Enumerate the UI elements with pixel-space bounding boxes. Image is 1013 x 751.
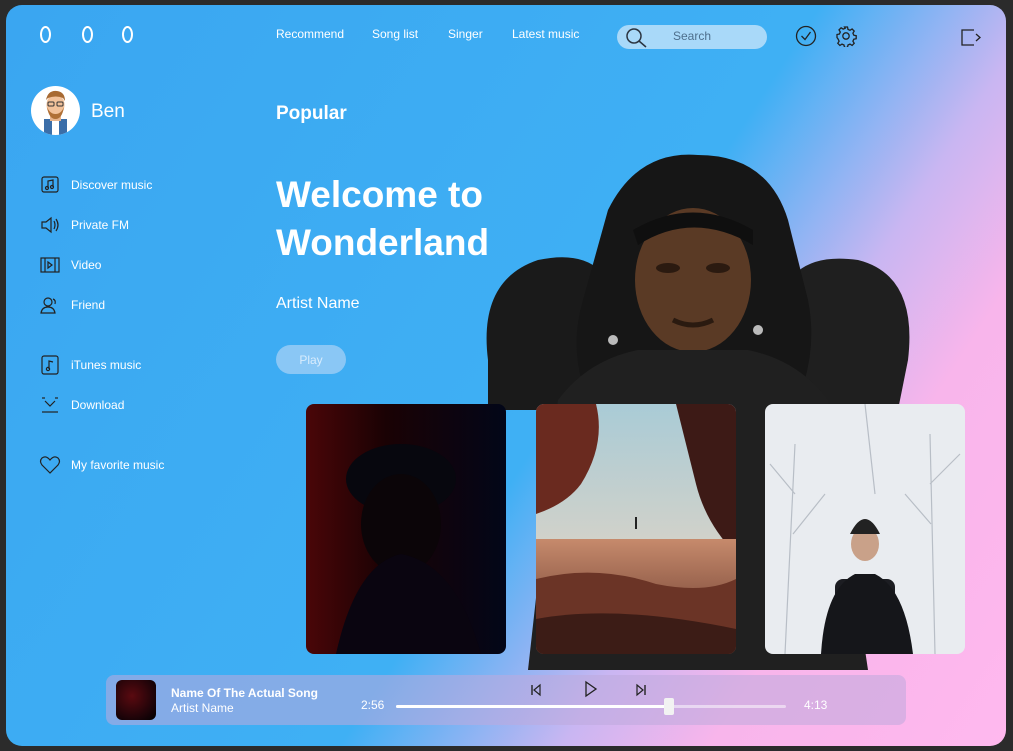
sidebar-item-label: Video [71,258,102,272]
nav-song-list[interactable]: Song list [372,27,418,41]
sidebar-item-private-fm[interactable]: Private FM [39,215,129,235]
avatar[interactable] [31,86,80,135]
playlist-card-2[interactable] [536,404,736,654]
window-control-3[interactable] [122,26,133,43]
music-note-box-icon [39,175,61,195]
search-input[interactable]: Search [617,25,767,49]
logout-icon[interactable] [960,26,982,48]
speaker-icon [39,215,61,235]
window-control-1[interactable] [40,26,51,43]
total-time: 4:13 [804,698,828,712]
sidebar-item-download[interactable]: Download [39,395,124,415]
gear-icon[interactable] [835,25,857,47]
download-icon [39,395,61,415]
sidebar-item-label: Download [71,398,125,412]
card-image-2 [536,404,736,654]
sidebar-item-video[interactable]: Video [39,255,101,275]
sidebar-item-label: Friend [71,298,106,312]
heart-icon [39,455,61,475]
app-window: Recommend Song list Singer Latest music … [6,5,1006,746]
now-playing-artist: Artist Name [171,701,234,715]
sidebar-item-label: My favorite music [71,458,165,472]
window-control-2[interactable] [82,26,93,43]
nav-recommend[interactable]: Recommend [276,27,344,41]
sidebar-item-label: iTunes music [71,358,142,372]
check-circle-icon[interactable] [795,25,817,47]
next-track-icon[interactable] [635,683,647,697]
playlist-card-1[interactable] [306,404,506,654]
hero-title: Welcome to Wonderland [276,174,490,263]
search-icon [626,28,647,48]
now-playing-title: Name Of The Actual Song [171,686,318,700]
search-placeholder: Search [673,29,712,43]
sidebar-item-friend[interactable]: Friend [39,295,105,315]
friend-icon [39,295,61,315]
play-button[interactable]: Play [276,345,346,374]
film-icon [39,255,61,275]
playlist-card-3[interactable] [765,404,965,654]
sidebar-item-discover-music[interactable]: Discover music [39,175,152,195]
progress-fill [396,705,669,708]
nav-singer[interactable]: Singer [448,27,483,41]
hero-artist-name: Artist Name [276,295,360,312]
user-name: Ben [91,101,125,122]
previous-track-icon[interactable] [530,683,542,697]
sidebar-item-favorite-music[interactable]: My favorite music [39,455,164,475]
sidebar-item-label: Private FM [71,218,130,232]
sidebar-item-label: Discover music [71,178,153,192]
player-bar: Name Of The Actual Song Artist Name 2:56… [106,675,906,725]
progress-track[interactable] [396,698,786,715]
play-icon[interactable] [584,680,598,698]
nav-latest-music[interactable]: Latest music [512,27,579,41]
card-image-3 [765,404,965,654]
card-image-1 [306,404,506,654]
progress-handle[interactable] [664,698,674,715]
section-title: Popular [276,103,347,124]
now-playing-thumbnail [116,680,156,720]
avatar-illustration [44,90,67,135]
current-time: 2:56 [361,698,385,712]
music-file-icon [39,355,61,375]
sidebar-item-itunes-music[interactable]: iTunes music [39,355,141,375]
